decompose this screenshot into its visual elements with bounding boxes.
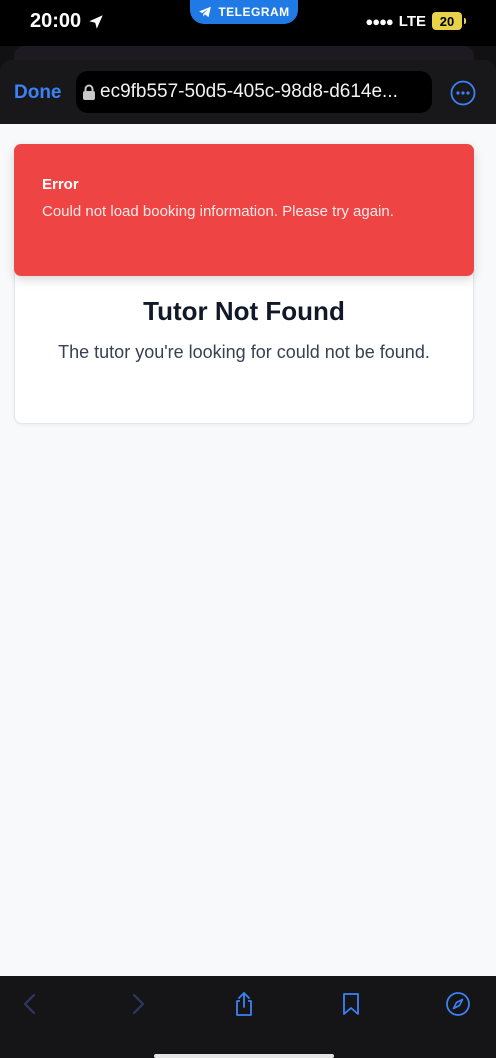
bookmarks-icon (343, 993, 359, 1015)
tutor-not-found-title: Tutor Not Found (143, 296, 345, 326)
status-bar: 20:00 TELEGRAM ●●●● LTE 20 (0, 0, 496, 46)
web-page: Tutor Not Found The tutor you're looking… (0, 124, 496, 976)
browser-header: Done ec9fb557-50d5-405c-98d8-d614e... (0, 46, 496, 124)
forward-button[interactable] (123, 990, 151, 1018)
forward-icon (133, 994, 144, 1014)
telegram-label: TELEGRAM (218, 5, 290, 19)
tutor-not-found-message: The tutor you're looking for could not b… (58, 342, 430, 362)
telegram-icon (199, 6, 212, 18)
back-button[interactable] (17, 990, 45, 1018)
battery-level: 20 (439, 13, 455, 29)
telegram-return-pill[interactable]: TELEGRAM (190, 0, 298, 24)
home-indicator (154, 1054, 334, 1058)
compass-icon (446, 992, 470, 1016)
error-title: Error (42, 176, 79, 193)
back-icon (24, 994, 35, 1014)
lock-icon (83, 84, 95, 100)
browser-bottom-toolbar (0, 976, 496, 1058)
more-options-icon[interactable] (450, 80, 476, 106)
done-button[interactable]: Done (14, 82, 62, 104)
clock-text: 20:00 (30, 10, 82, 32)
browser-toolbar: Done ec9fb557-50d5-405c-98d8-d614e... (0, 60, 496, 124)
url-text: ec9fb557-50d5-405c-98d8-d614e... (100, 81, 398, 102)
error-toast[interactable]: Error Could not load booking information… (14, 144, 474, 276)
url-field[interactable]: ec9fb557-50d5-405c-98d8-d614e... (76, 71, 432, 113)
share-icon (236, 992, 252, 1016)
error-message: Could not load booking information. Plea… (42, 203, 394, 220)
share-button[interactable] (230, 990, 258, 1018)
bookmarks-button[interactable] (337, 990, 365, 1018)
location-arrow-icon (89, 14, 103, 29)
status-indicators: ●●●● LTE 20 (365, 12, 466, 30)
signal-icon: ●●●● (365, 13, 393, 29)
status-time: 20:00 (30, 10, 105, 33)
network-label: LTE (398, 12, 426, 30)
battery-icon: 20 (432, 12, 466, 30)
open-in-safari-button[interactable] (444, 990, 472, 1018)
